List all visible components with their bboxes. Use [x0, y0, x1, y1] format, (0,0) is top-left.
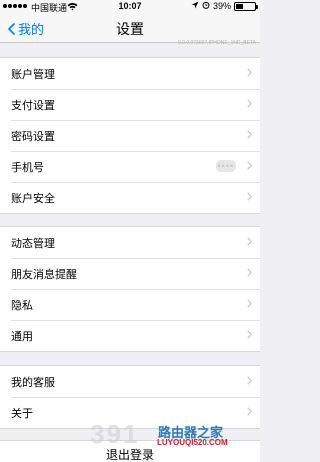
chevron-right-icon — [247, 99, 252, 108]
battery-icon — [234, 1, 258, 11]
settings-item-account-security[interactable]: 账户安全 — [0, 182, 260, 213]
page-title: 设置 — [116, 21, 144, 37]
settings-group-account: 账户管理 支付设置 密码设置 手机号 •••• 账户安全 — [0, 57, 260, 214]
settings-item-moments-management[interactable]: 动态管理 — [0, 227, 260, 258]
watermark-number: 391 — [90, 419, 140, 449]
chevron-right-icon — [247, 407, 252, 416]
chevron-right-icon — [247, 268, 252, 277]
settings-item-customer-service[interactable]: 我的客服 — [0, 366, 260, 397]
chevron-right-icon — [247, 192, 252, 201]
watermark: 391 路由器之家 LUYOUQI520.COM — [0, 419, 260, 453]
settings-item-label: 账户管理 — [11, 68, 55, 81]
alarm-icon — [202, 1, 210, 11]
settings-item-label: 隐私 — [11, 299, 33, 312]
chevron-right-icon — [247, 161, 252, 170]
settings-item-privacy[interactable]: 隐私 — [0, 289, 260, 320]
chevron-right-icon — [247, 68, 252, 77]
settings-group-social: 动态管理 朋友消息提醒 隐私 通用 — [0, 226, 260, 352]
chevron-right-icon — [247, 237, 252, 246]
settings-item-payment-settings[interactable]: 支付设置 — [0, 89, 260, 120]
chevron-right-icon — [247, 376, 252, 385]
battery-percent: 39% — [212, 1, 231, 11]
settings-item-label: 账户安全 — [11, 192, 55, 205]
navigation-bar: 我的 设置 9.9.0.073007,IPHONE_1ND_BETA — [0, 14, 260, 46]
settings-item-label: 手机号 — [11, 161, 44, 174]
settings-item-label: 动态管理 — [11, 237, 55, 250]
settings-item-label: 通用 — [11, 330, 33, 343]
settings-item-password-settings[interactable]: 密码设置 — [0, 120, 260, 151]
chevron-right-icon — [247, 299, 252, 308]
settings-item-friend-notifications[interactable]: 朋友消息提醒 — [0, 258, 260, 289]
chevron-right-icon — [247, 330, 252, 339]
app-version-label: 9.9.0.073007,IPHONE_1ND_BETA — [177, 40, 256, 46]
settings-item-account-management[interactable]: 账户管理 — [0, 58, 260, 89]
settings-item-general[interactable]: 通用 — [0, 320, 260, 351]
phone-number-value: •••• — [217, 161, 234, 171]
settings-item-label: 密码设置 — [11, 130, 55, 143]
battery-level-fill — [236, 3, 244, 9]
location-icon — [191, 1, 199, 11]
settings-item-phone-number[interactable]: 手机号 •••• — [0, 151, 260, 182]
settings-item-label: 支付设置 — [11, 99, 55, 112]
watermark-url: LUYOUQI520.COM — [157, 438, 228, 447]
chevron-right-icon — [247, 130, 252, 139]
settings-item-label: 我的客服 — [11, 376, 55, 389]
settings-item-label: 朋友消息提醒 — [11, 268, 77, 281]
status-bar: 中国联通 10:07 39% — [0, 0, 260, 14]
